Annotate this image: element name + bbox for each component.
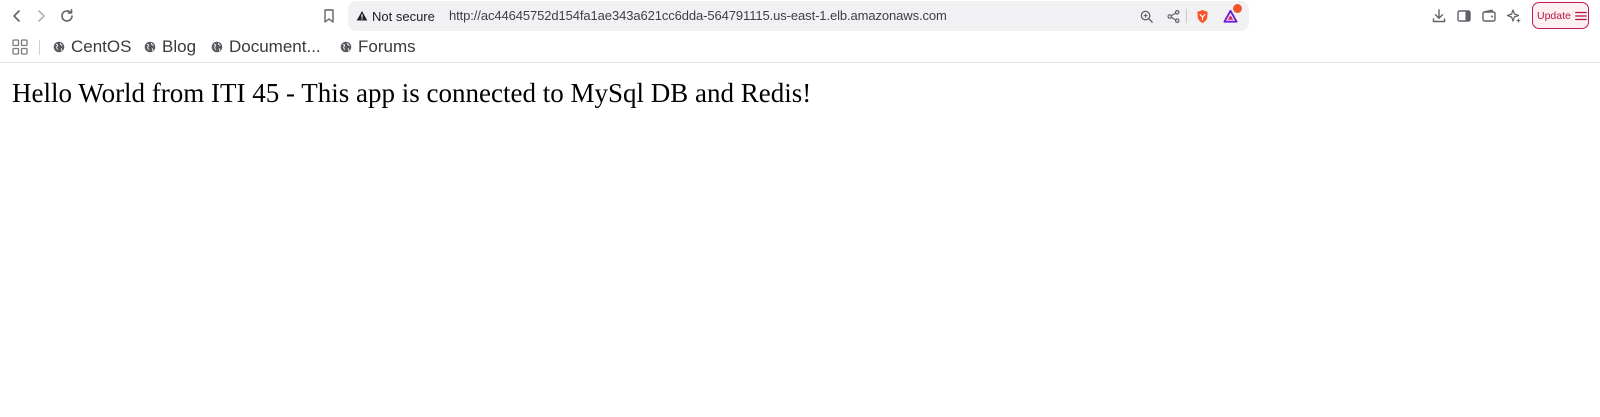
bookmark-label: Document...	[229, 37, 321, 56]
downloads-button[interactable]	[1427, 4, 1451, 28]
update-menu-button[interactable]: Update	[1532, 2, 1589, 29]
menu-icon	[1574, 11, 1587, 20]
wallet-button[interactable]	[1477, 4, 1501, 28]
leo-ai-icon	[1506, 9, 1521, 23]
globe-icon	[144, 41, 156, 53]
brave-shields-button[interactable]	[1192, 6, 1212, 26]
browser-toolbar: Not secure http://ac44645752d154fa1ae343…	[0, 0, 1600, 32]
zoom-button[interactable]	[1136, 6, 1156, 26]
page-viewport: Hello World from ITI 45 - This app is co…	[0, 63, 1600, 417]
bookmark-label: Blog	[162, 37, 197, 56]
urlbar-divider	[1186, 9, 1187, 23]
update-label: Update	[1537, 9, 1571, 22]
bookmarks-divider	[39, 40, 40, 55]
apps-grid-icon[interactable]	[11, 38, 29, 56]
share-button[interactable]	[1163, 6, 1183, 26]
back-button[interactable]	[5, 4, 29, 28]
url-text[interactable]: http://ac44645752d154fa1ae343a621cc6dda-…	[449, 1, 947, 31]
rewards-notification-badge	[1233, 4, 1242, 13]
brave-shields-icon	[1196, 9, 1208, 23]
bookmark-centos[interactable]: CentOS	[53, 32, 131, 62]
leo-ai-button[interactable]	[1502, 4, 1526, 28]
bookmarks-bar: CentOS Blog Document... Forums	[0, 32, 1600, 63]
bookmark-forums[interactable]: Forums	[340, 32, 416, 62]
globe-icon	[53, 41, 65, 53]
forward-button[interactable]	[29, 4, 53, 28]
reload-button[interactable]	[55, 4, 79, 28]
bookmark-label: CentOS	[71, 37, 132, 56]
brave-rewards-button[interactable]	[1220, 4, 1242, 26]
site-security-indicator[interactable]: Not secure	[356, 1, 435, 31]
reload-icon	[61, 9, 73, 22]
bookmark-documentation[interactable]: Document...	[211, 32, 321, 62]
sidebar-button[interactable]	[1452, 4, 1476, 28]
share-icon	[1166, 9, 1180, 23]
warning-icon	[356, 11, 368, 21]
security-label: Not secure	[372, 8, 435, 24]
bookmark-icon	[324, 9, 334, 23]
bookmark-blog[interactable]: Blog	[144, 32, 196, 62]
download-icon	[1432, 9, 1446, 23]
zoom-icon	[1140, 10, 1153, 23]
wallet-icon	[1482, 9, 1496, 22]
globe-icon	[340, 41, 352, 53]
address-bar[interactable]: Not secure http://ac44645752d154fa1ae343…	[348, 1, 1249, 31]
bookmark-label: Forums	[358, 37, 416, 56]
forward-icon	[38, 10, 45, 22]
back-icon	[13, 10, 20, 22]
globe-icon	[211, 41, 223, 53]
page-message: Hello World from ITI 45 - This app is co…	[12, 78, 812, 108]
sidebar-icon	[1457, 10, 1471, 22]
bookmark-page-button[interactable]	[317, 4, 341, 28]
